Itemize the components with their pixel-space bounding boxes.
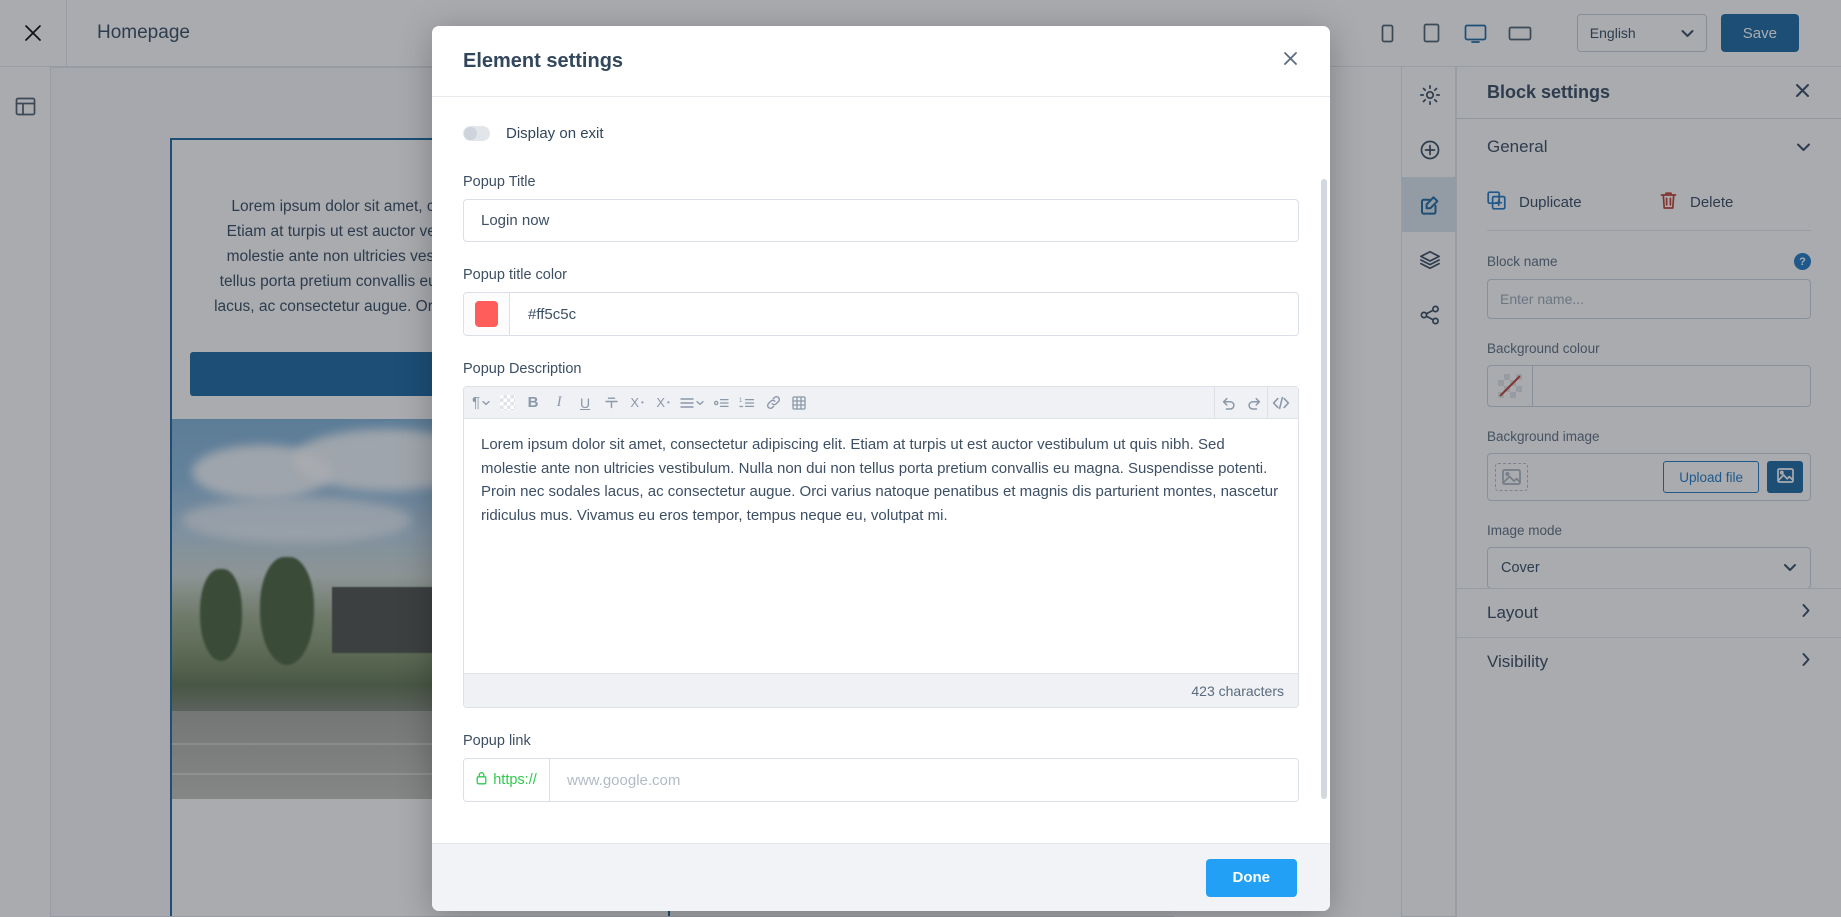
popup-link-prefix-label: https:// [493, 772, 537, 788]
table-icon[interactable] [786, 389, 812, 417]
character-counter: 423 characters [464, 673, 1298, 707]
popup-title-color-control[interactable]: #ff5c5c [463, 292, 1299, 336]
popup-link-input[interactable] [550, 759, 1298, 801]
popup-description-field: Popup Description ¶ B I U X • X • 1 Lore… [463, 361, 1299, 708]
popup-link-label: Popup link [463, 733, 531, 749]
modal-scrollbar[interactable] [1321, 179, 1327, 799]
done-button[interactable]: Done [1205, 858, 1297, 897]
bold-icon[interactable]: B [520, 389, 546, 417]
align-icon[interactable] [676, 389, 708, 417]
popup-title-color-field: Popup title color #ff5c5c [463, 267, 1299, 336]
popup-link-field: Popup link https:// [463, 733, 1299, 802]
superscript-glyph: X [630, 395, 639, 410]
lock-icon [476, 771, 487, 789]
display-on-exit-toggle[interactable] [463, 126, 490, 141]
color-swatch [475, 301, 498, 327]
popup-link-control: https:// [463, 758, 1299, 802]
italic-icon[interactable]: I [546, 389, 572, 417]
close-icon[interactable] [1282, 50, 1299, 72]
popup-title-field: Popup Title [463, 174, 1299, 242]
code-icon[interactable] [1268, 389, 1294, 417]
underline-glyph: U [580, 394, 591, 411]
history-group [1214, 387, 1267, 419]
underline-icon[interactable]: U [572, 389, 598, 417]
modal-body: Display on exit Popup Title Popup title … [432, 97, 1330, 843]
superscript-icon[interactable]: X • [624, 389, 650, 417]
display-on-exit-row[interactable]: Display on exit [463, 125, 1299, 142]
paragraph-icon[interactable]: ¶ [468, 389, 494, 417]
paragraph-glyph: ¶ [472, 394, 481, 411]
modal-footer: Done [432, 843, 1330, 911]
popup-title-color-value[interactable]: #ff5c5c [510, 293, 1298, 335]
display-on-exit-label: Display on exit [506, 125, 604, 142]
bold-glyph: B [527, 394, 539, 411]
popup-title-color-label: Popup title color [463, 267, 567, 283]
modal-title: Element settings [463, 49, 624, 72]
editor-toolbar: ¶ B I U X • X • 1 [464, 387, 1298, 419]
svg-text:1: 1 [739, 398, 743, 404]
color-swatch-button[interactable] [464, 293, 510, 335]
italic-glyph: I [556, 394, 562, 410]
rich-text-editor: ¶ B I U X • X • 1 Lorem ipsum dolor sit … [463, 386, 1299, 708]
numbered-list-icon[interactable]: 1 [734, 389, 760, 417]
redo-icon[interactable] [1241, 389, 1267, 417]
link-icon[interactable] [760, 389, 786, 417]
subscript-glyph: X [656, 395, 665, 410]
element-settings-modal: Element settings Display on exit Popup T… [432, 26, 1330, 911]
source-group [1267, 387, 1294, 419]
app-root: Homepage English Save Lorem ipsum dolor … [0, 0, 1841, 917]
popup-link-prefix: https:// [464, 759, 550, 801]
strikethrough-icon[interactable] [598, 389, 624, 417]
popup-title-label: Popup Title [463, 174, 536, 190]
highlight-color-icon[interactable] [494, 389, 520, 417]
popup-description-editor[interactable]: Lorem ipsum dolor sit amet, consectetur … [464, 419, 1298, 673]
popup-title-input[interactable] [463, 199, 1299, 242]
undo-icon[interactable] [1215, 389, 1241, 417]
bullet-list-icon[interactable] [708, 389, 734, 417]
subscript-icon[interactable]: X • [650, 389, 676, 417]
popup-description-label: Popup Description [463, 361, 582, 377]
modal-header: Element settings [432, 26, 1330, 97]
